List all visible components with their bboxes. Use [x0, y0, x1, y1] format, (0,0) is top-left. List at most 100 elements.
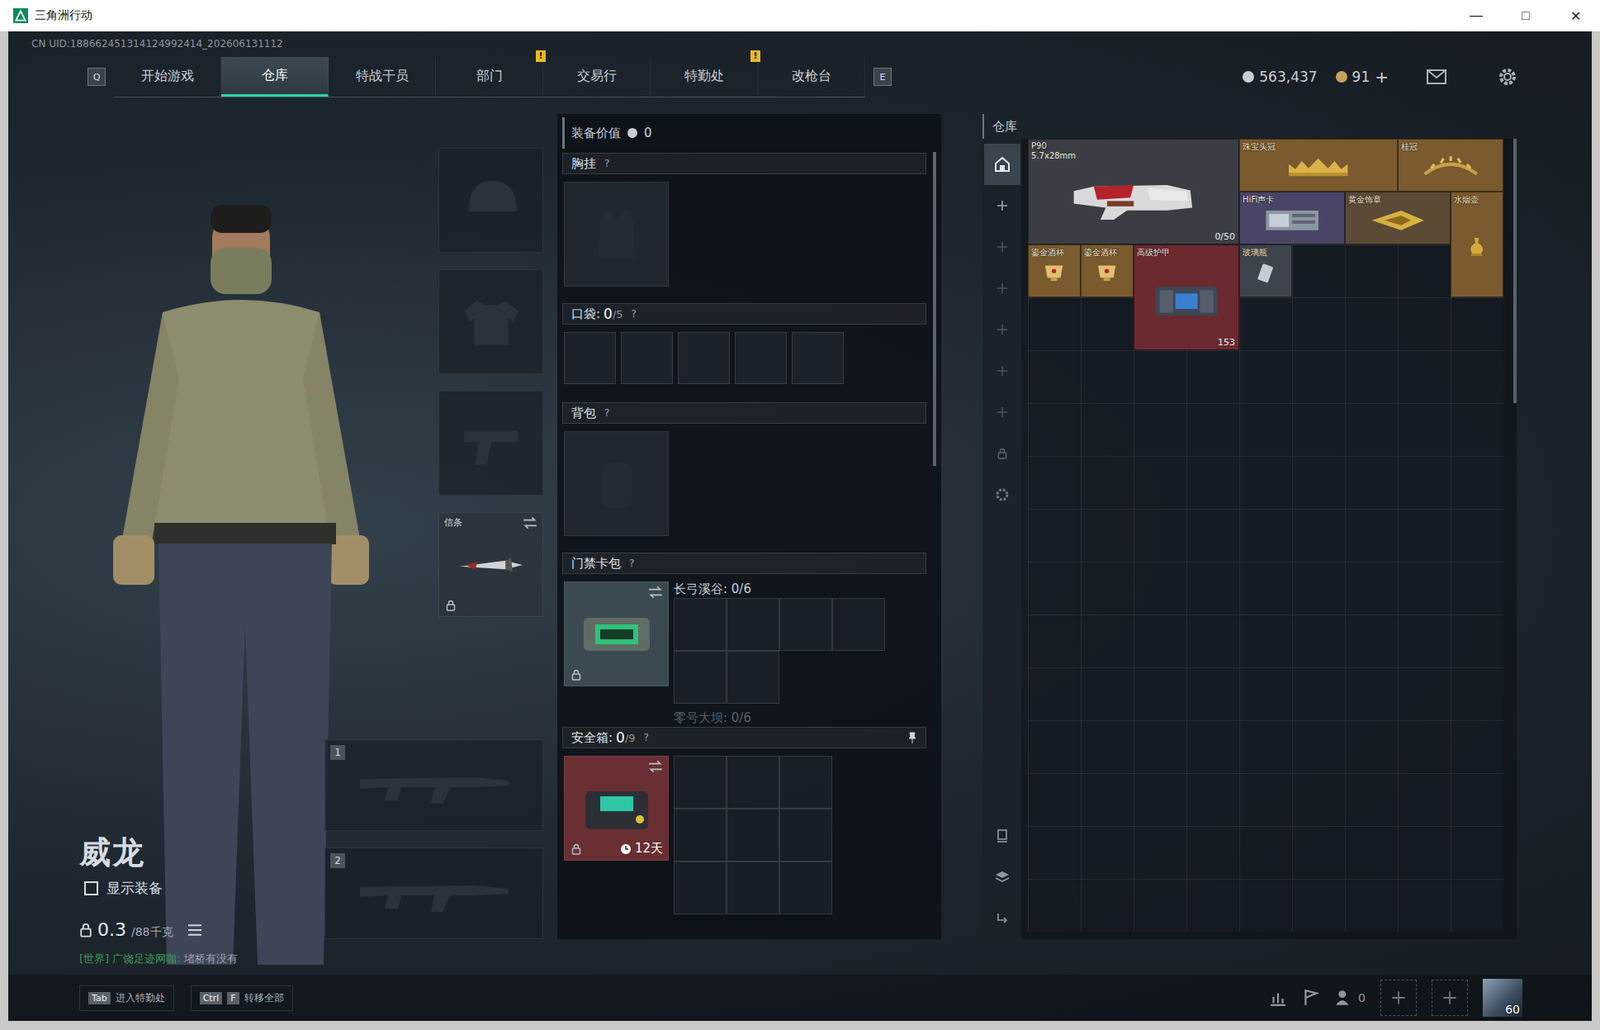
keycard-cell[interactable] — [673, 597, 727, 651]
next-tab-key[interactable]: E — [873, 67, 892, 86]
invite-slot[interactable] — [1380, 979, 1417, 1016]
friends-button[interactable]: 0 — [1334, 988, 1366, 1007]
gear-slot[interactable]: 信条 — [438, 511, 544, 617]
keycard-cell[interactable] — [673, 650, 727, 704]
safe-box-section: 12天 — [562, 755, 927, 914]
show-gear-checkbox[interactable]: 显示装备 — [84, 878, 325, 898]
warehouse-item[interactable]: P90 5.7x28mm 0/50 — [1027, 138, 1240, 245]
warehouse-item[interactable]: 桂冠 — [1397, 138, 1504, 192]
hint-label: 转移全部 — [244, 990, 285, 1005]
sort-button[interactable] — [984, 814, 1021, 857]
safe-box-cell[interactable] — [726, 755, 780, 809]
swap-icon[interactable] — [522, 515, 538, 530]
window-control-button[interactable]: — — [1451, 0, 1501, 32]
swap-icon[interactable] — [648, 759, 663, 773]
safe-box-cell[interactable] — [779, 808, 833, 862]
pocket-slot[interactable] — [791, 331, 844, 384]
help-button[interactable]: ? — [629, 557, 635, 569]
checkbox[interactable] — [84, 880, 99, 895]
warehouse-page-tab[interactable] — [984, 350, 1021, 392]
pin-icon[interactable] — [907, 731, 918, 744]
warehouse-item[interactable]: 黄金饰章 — [1344, 191, 1451, 245]
gear-slot[interactable] — [438, 147, 544, 253]
warehouse-item[interactable]: 水烟壶 — [1450, 191, 1504, 298]
warehouse-settings[interactable] — [984, 473, 1021, 516]
chest-rig-slot[interactable] — [563, 181, 669, 287]
section-title: 口袋: — [571, 306, 601, 322]
list-icon[interactable] — [188, 923, 202, 936]
warehouse-item[interactable]: 珠宝头冠 — [1239, 138, 1398, 192]
warehouse-item[interactable]: 鎏金酒杯 — [1080, 244, 1134, 298]
chat-sender: 广饶足迹网咖: — [112, 951, 180, 966]
warehouse-page-tab[interactable] — [984, 267, 1021, 309]
gear-slot[interactable] — [438, 390, 544, 496]
pocket-slot[interactable] — [677, 331, 730, 384]
safe-box-cell[interactable] — [726, 808, 780, 862]
warehouse-item[interactable]: 玻璃瓶 — [1239, 244, 1293, 298]
scrollbar-thumb[interactable] — [932, 151, 937, 466]
scrollbar-thumb[interactable] — [1513, 138, 1517, 403]
recycle-button[interactable] — [984, 897, 1021, 939]
keycard-cell[interactable] — [726, 650, 780, 704]
mail-icon[interactable] — [1426, 68, 1447, 86]
nav-tab[interactable]: 改枪台 — [757, 56, 866, 97]
keycard-cell[interactable] — [779, 597, 833, 651]
map-keycard-label: 长弓溪谷: 0/6 — [673, 581, 886, 598]
help-button[interactable]: ? — [643, 731, 649, 744]
scrollbar[interactable] — [1513, 138, 1517, 939]
key-hint[interactable]: Tab 进入特勤处 — [79, 984, 175, 1011]
weapon-slot[interactable]: 2 — [324, 847, 544, 939]
warehouse-page-tab[interactable] — [984, 184, 1021, 227]
keycard-cell[interactable] — [832, 597, 886, 651]
pocket-slot[interactable] — [734, 331, 787, 384]
help-button[interactable]: ? — [631, 307, 637, 320]
add-currency-button[interactable]: + — [1374, 66, 1389, 87]
scrollbar[interactable] — [932, 151, 937, 939]
gear-slot[interactable] — [438, 269, 544, 374]
safe-box-cell[interactable] — [726, 861, 780, 914]
weapon-slot[interactable]: 1 — [324, 738, 544, 831]
safe-box-cell[interactable] — [673, 755, 727, 809]
invite-slot[interactable] — [1431, 979, 1468, 1016]
window-control-button[interactable]: ✕ — [1550, 0, 1600, 32]
stack-button[interactable] — [984, 856, 1021, 898]
gear-icon[interactable] — [1497, 66, 1518, 87]
prev-tab-key[interactable]: Q — [87, 67, 106, 86]
warehouse-page-tab[interactable] — [984, 308, 1021, 351]
pocket-slot[interactable] — [563, 331, 616, 384]
warehouse-page-tab[interactable] — [984, 143, 1021, 185]
safe-box-slot[interactable]: 12天 — [563, 755, 669, 861]
backpack-slot[interactable] — [563, 430, 669, 536]
help-button[interactable]: ? — [604, 157, 610, 170]
pocket-slot[interactable] — [620, 331, 673, 384]
keycard-case-slot[interactable] — [563, 581, 669, 687]
stats-icon[interactable] — [1268, 988, 1288, 1007]
warehouse-item[interactable]: 鎏金酒杯 — [1027, 244, 1081, 298]
player-avatar[interactable]: 60 — [1482, 978, 1523, 1017]
nav-tab[interactable]: 交易行 — [543, 56, 651, 97]
window-control-button[interactable]: □ — [1500, 0, 1551, 32]
nav-tab[interactable]: 特战干员 — [328, 56, 436, 97]
nav-tab[interactable]: 特勤处 ! — [650, 56, 758, 97]
nav-tab[interactable]: 开始游戏 — [113, 56, 222, 97]
safe-box-cell[interactable] — [673, 808, 727, 862]
loadout-list: 装备价值 0 胸挂 ? 口袋: 0/5 ? 背包 ? 门禁卡包 ? 长弓溪谷: … — [557, 113, 933, 939]
people-icon — [1334, 988, 1354, 1007]
help-button[interactable]: ? — [604, 407, 610, 419]
swap-icon[interactable] — [648, 585, 663, 599]
warehouse-item[interactable]: 高级护甲 153 — [1133, 244, 1240, 351]
safe-box-cell[interactable] — [673, 861, 727, 914]
lock-icon — [79, 922, 93, 938]
warehouse-item[interactable]: HiFi声卡 — [1239, 191, 1345, 245]
weapon-slot-number: 2 — [330, 852, 346, 868]
nav-tab[interactable]: 仓库 — [221, 56, 329, 97]
keycard-cell[interactable] — [726, 597, 780, 651]
flag-icon[interactable] — [1301, 988, 1321, 1007]
warehouse-page-tab[interactable] — [984, 391, 1021, 433]
key-hint[interactable]: CtrlF 转移全部 — [190, 984, 294, 1011]
warehouse-page-tab[interactable] — [984, 226, 1021, 268]
nav-tab[interactable]: 部门 ! — [435, 56, 544, 97]
safe-box-cell[interactable] — [779, 755, 833, 809]
clock-icon — [620, 842, 632, 855]
safe-box-cell[interactable] — [779, 861, 833, 914]
